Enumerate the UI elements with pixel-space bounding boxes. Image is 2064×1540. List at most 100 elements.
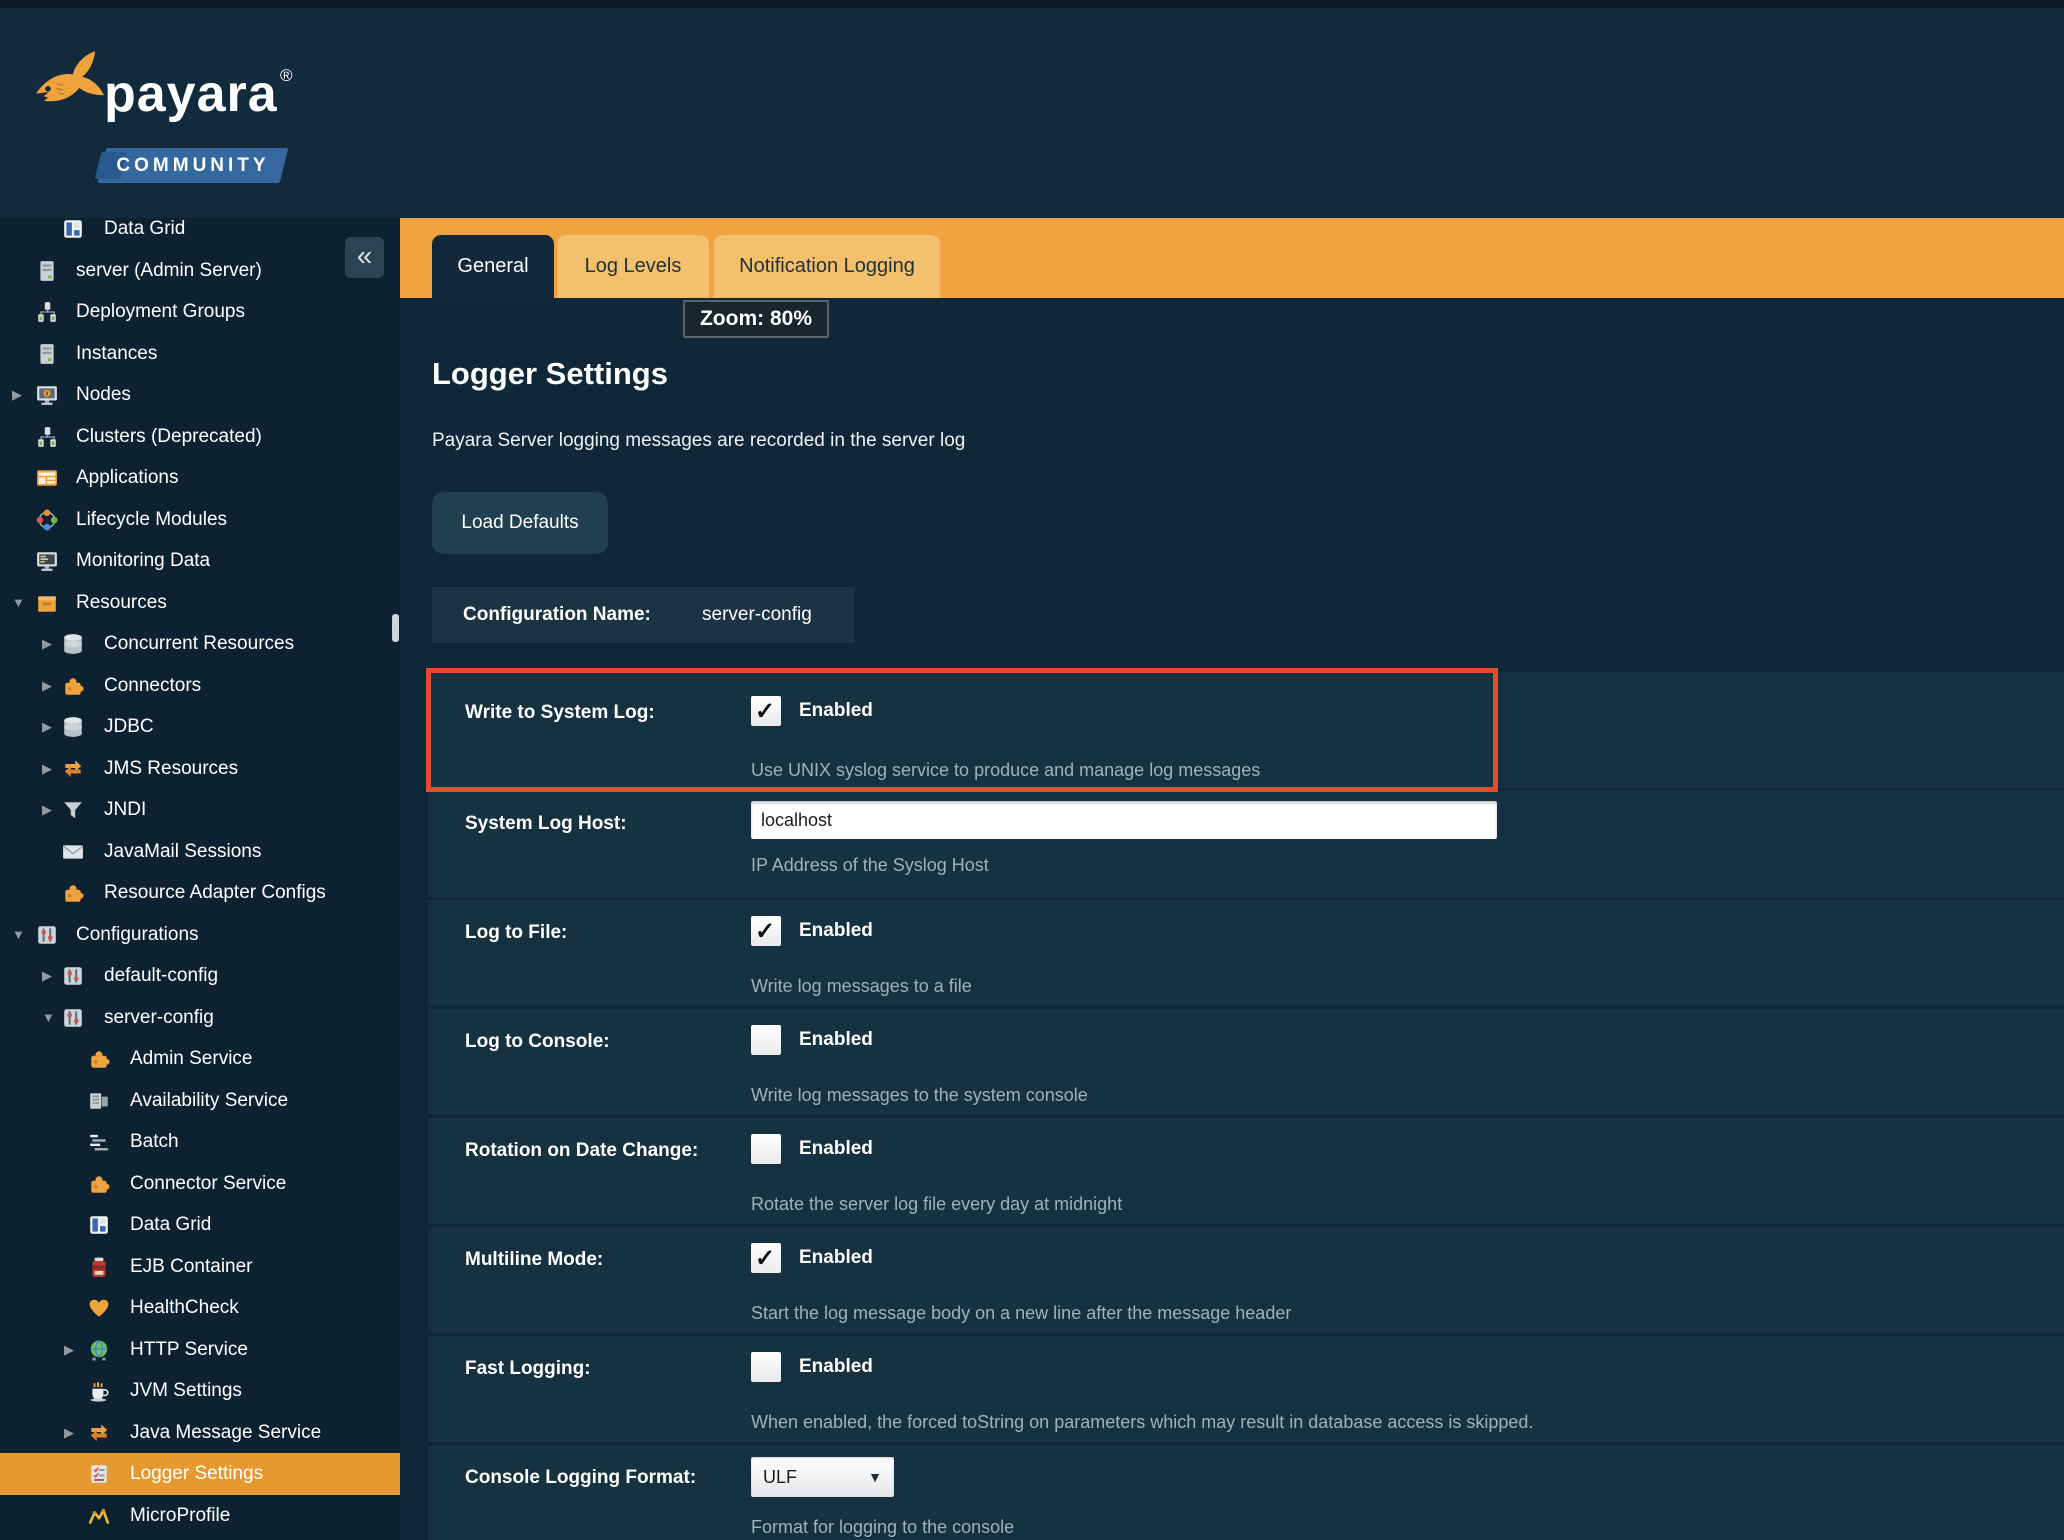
sidebar-item-connectors[interactable]: ▶Connectors <box>0 665 400 707</box>
sidebar-item-batch[interactable]: Batch <box>0 1121 400 1163</box>
page-title: Logger Settings <box>432 356 668 392</box>
sidebar-item-healthcheck[interactable]: HealthCheck <box>0 1287 400 1329</box>
sidebar-item-jvm-settings[interactable]: JVM Settings <box>0 1370 400 1412</box>
sidebar-item-applications[interactable]: Applications <box>0 457 400 499</box>
sidebar-item-resource-adapter-configs[interactable]: Resource Adapter Configs <box>0 872 400 914</box>
sidebar-item-jms-resources[interactable]: ▶ JMS Resources <box>0 748 400 790</box>
page-description: Payara Server logging messages are recor… <box>432 430 965 452</box>
field-row-write-to-system-log: Write to System Log:✓EnabledUse UNIX sys… <box>428 672 2064 788</box>
sidebar-item-label: HTTP Service <box>130 1329 248 1371</box>
sidebar-item-monitoring-data[interactable]: Monitoring Data <box>0 540 400 582</box>
sidebar-item-data-grid[interactable]: Data Grid <box>0 218 400 250</box>
sidebar-item-nodes[interactable]: ▶ Nodes <box>0 374 400 416</box>
fast-logging-checkbox[interactable]: ✓ <box>751 1352 781 1382</box>
sidebar-item-label: JMS Resources <box>104 748 238 790</box>
sidebar-item-label: Instances <box>76 333 157 375</box>
sidebar-item-lifecycle-modules[interactable]: Lifecycle Modules <box>0 499 400 541</box>
field-row-multiline-mode: Multiline Mode:✓EnabledStart the log mes… <box>428 1227 2064 1333</box>
sidebar-item-resources[interactable]: ▼Resources <box>0 582 400 624</box>
sidebar-item-jdbc[interactable]: ▶ JDBC <box>0 706 400 748</box>
sidebar-item-label: server (Admin Server) <box>76 250 262 292</box>
field-help-text: Rotate the server log file every day at … <box>751 1194 1122 1215</box>
expand-node-icon[interactable]: ▶ <box>42 803 52 817</box>
envelope-icon <box>62 841 84 863</box>
system-log-host-input[interactable] <box>751 801 1497 839</box>
sidebar-item-logger-settings[interactable]: Logger Settings <box>0 1453 400 1495</box>
field-help-text: Use UNIX syslog service to produce and m… <box>751 760 1260 781</box>
load-defaults-button[interactable]: Load Defaults <box>432 492 608 554</box>
sidebar-item-server-config[interactable]: ▼ server-config <box>0 997 400 1039</box>
sidebar-item-microprofile[interactable]: MicroProfile <box>0 1495 400 1537</box>
expand-node-icon[interactable]: ▶ <box>12 388 22 402</box>
field-help-text: Write log messages to the system console <box>751 1085 1088 1106</box>
sidebar-item-connector-service[interactable]: Connector Service <box>0 1163 400 1205</box>
enabled-label: Enabled <box>799 1356 873 1378</box>
enabled-label: Enabled <box>799 920 873 942</box>
sidebar-item-label: server-config <box>104 997 214 1039</box>
expand-node-icon[interactable]: ▶ <box>42 762 52 776</box>
sidebar-item-server-admin-server[interactable]: server (Admin Server) <box>0 250 400 292</box>
sidebar-item-label: HealthCheck <box>130 1287 239 1329</box>
sidebar-item-javamail-sessions[interactable]: JavaMail Sessions <box>0 831 400 873</box>
collapse-node-icon[interactable]: ▼ <box>12 596 25 610</box>
sidebar-item-label: default-config <box>104 955 218 997</box>
sidebar-item-java-message-service[interactable]: ▶ Java Message Service <box>0 1412 400 1454</box>
field-label: Rotation on Date Change: <box>465 1140 698 1162</box>
sidebar-item-clusters-deprecated[interactable]: Clusters (Deprecated) <box>0 416 400 458</box>
configuration-name-panel: Configuration Name: server-config <box>432 587 854 643</box>
lifecycle-icon <box>36 509 58 531</box>
field-label: Log to File: <box>465 922 567 944</box>
expand-node-icon[interactable]: ▶ <box>64 1343 74 1357</box>
field-help-text: Format for logging to the console <box>751 1517 1014 1538</box>
sidebar-item-admin-service[interactable]: Admin Service <box>0 1038 400 1080</box>
sidebar-item-label: JDBC <box>104 706 154 748</box>
sidebar-item-availability-service[interactable]: Availability Service <box>0 1080 400 1122</box>
field-help-text: When enabled, the forced toString on par… <box>751 1412 1533 1433</box>
sidebar-item-ejb-container[interactable]: EJB Container <box>0 1246 400 1288</box>
enabled-label: Enabled <box>799 700 873 722</box>
main-content: Zoom: 80% Logger Settings Payara Server … <box>400 298 2064 1540</box>
sidebar-item-label: Nodes <box>76 374 131 416</box>
sidebar-item-deployment-groups[interactable]: Deployment Groups <box>0 291 400 333</box>
multiline-mode-checkbox[interactable]: ✓ <box>751 1243 781 1273</box>
server-icon <box>36 343 58 365</box>
collapse-node-icon[interactable]: ▼ <box>42 1011 55 1025</box>
configuration-name-value: server-config <box>702 587 812 643</box>
sidebar-item-default-config[interactable]: ▶ default-config <box>0 955 400 997</box>
collapse-node-icon[interactable]: ▼ <box>12 928 25 942</box>
field-row-console-logging-format: Console Logging Format:ULF▼Format for lo… <box>428 1445 2064 1540</box>
sidebar-item-configurations[interactable]: ▼Configurations <box>0 914 400 956</box>
db-icon <box>62 716 84 738</box>
funnel-icon <box>62 799 84 821</box>
write-to-system-log-checkbox[interactable]: ✓ <box>751 696 781 726</box>
sidebar-item-http-service[interactable]: ▶ HTTP Service <box>0 1329 400 1371</box>
sidebar-item-label: Applications <box>76 457 178 499</box>
log-to-console-checkbox[interactable]: ✓ <box>751 1025 781 1055</box>
rotation-on-date-change-checkbox[interactable]: ✓ <box>751 1134 781 1164</box>
log-to-file-checkbox[interactable]: ✓ <box>751 916 781 946</box>
sidebar-item-jndi[interactable]: ▶JNDI <box>0 789 400 831</box>
tab-general[interactable]: General <box>432 235 554 302</box>
sidebar-item-concurrent-resources[interactable]: ▶ Concurrent Resources <box>0 623 400 665</box>
sidebar-item-instances[interactable]: Instances <box>0 333 400 375</box>
field-label: Log to Console: <box>465 1031 610 1053</box>
console-logging-format-select[interactable]: ULF▼ <box>751 1457 894 1497</box>
expand-node-icon[interactable]: ▶ <box>42 637 52 651</box>
sidebar-item-label: Concurrent Resources <box>104 623 294 665</box>
payara-fish-icon <box>28 36 108 132</box>
sliders-icon <box>62 965 84 987</box>
expand-node-icon[interactable]: ▶ <box>42 720 52 734</box>
sidebar-scrollbar-thumb[interactable] <box>392 614 399 642</box>
sidebar-item-data-grid[interactable]: Data Grid <box>0 1204 400 1246</box>
expand-node-icon[interactable]: ▶ <box>64 1426 74 1440</box>
tab-notification-logging[interactable]: Notification Logging <box>714 235 940 298</box>
sidebar-collapse-button[interactable]: « <box>345 237 384 278</box>
puzzle-icon <box>88 1048 110 1070</box>
sidebar-item-label: Java Message Service <box>130 1412 321 1454</box>
tab-log-levels[interactable]: Log Levels <box>557 235 709 298</box>
sidebar-item-label: Logger Settings <box>130 1453 263 1495</box>
cluster-icon <box>36 426 58 448</box>
expand-node-icon[interactable]: ▶ <box>42 969 52 983</box>
expand-node-icon[interactable]: ▶ <box>42 679 52 693</box>
cluster-icon <box>36 301 58 323</box>
